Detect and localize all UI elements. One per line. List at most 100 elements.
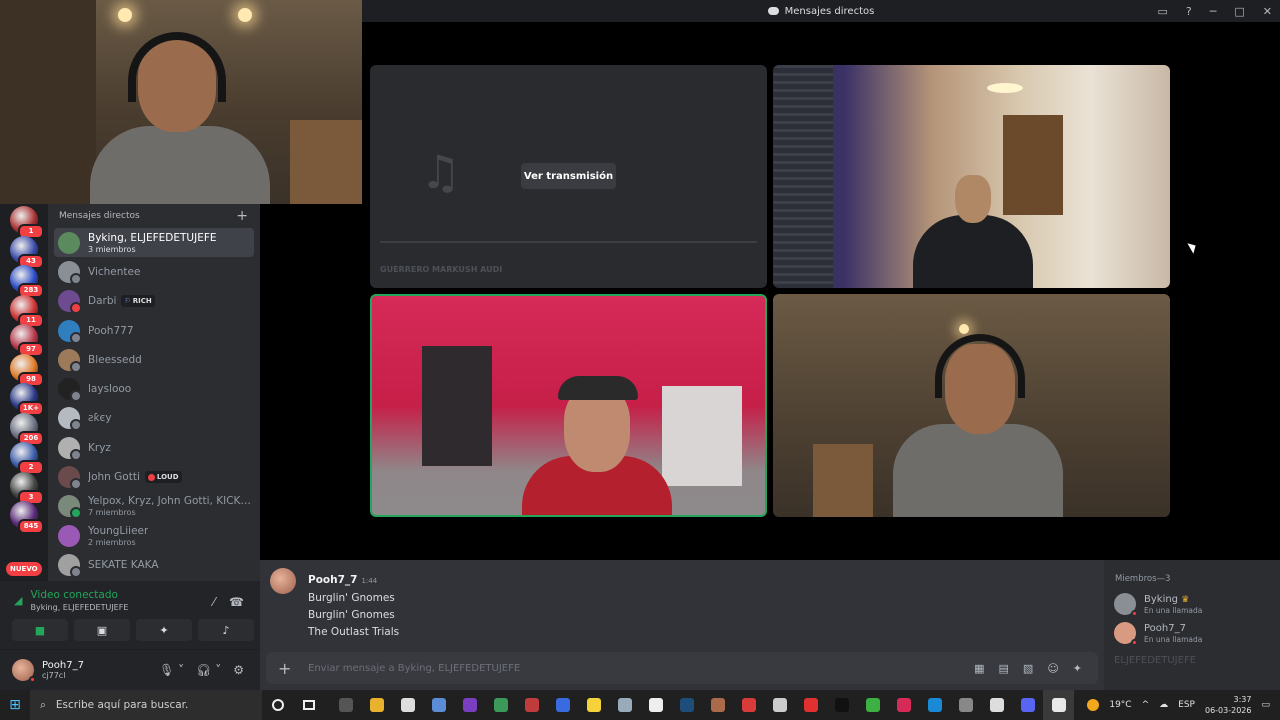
add-dm-icon[interactable]: + bbox=[236, 208, 248, 224]
taskbar-app-icon[interactable] bbox=[857, 690, 888, 720]
taskbar-app-icon[interactable] bbox=[826, 690, 857, 720]
server-icon[interactable]: 206 bbox=[10, 412, 44, 446]
member-item[interactable]: Pooh7_7 En una llamada bbox=[1114, 622, 1202, 646]
dm-item[interactable]: Kryz bbox=[54, 433, 254, 462]
dm-item[interactable]: YoungLiieer 2 miembros bbox=[54, 521, 254, 550]
server-icon[interactable]: 845 bbox=[10, 501, 44, 534]
dm-item[interactable]: Vichentee bbox=[54, 257, 254, 286]
settings-gear-icon[interactable]: ⚙ bbox=[233, 663, 244, 677]
clock[interactable]: 3:37 06-03-2026 bbox=[1205, 694, 1252, 716]
headphones-icon[interactable]: 🎧︎ ˅ bbox=[196, 663, 221, 677]
taskbar-app-icon[interactable] bbox=[516, 690, 547, 720]
taskbar-app-icon[interactable] bbox=[578, 690, 609, 720]
server-icon[interactable]: 3 bbox=[10, 471, 44, 505]
taskbar-search[interactable]: ⌕ Escribe aquí para buscar. bbox=[30, 690, 262, 720]
server-icon[interactable]: 283 bbox=[10, 265, 44, 298]
taskbar-app-icon[interactable] bbox=[702, 690, 733, 720]
user-avatar[interactable] bbox=[12, 659, 36, 683]
tray-chevron-icon[interactable]: ^ bbox=[1142, 700, 1150, 710]
taskbar-app-icon[interactable] bbox=[764, 690, 795, 720]
message-author[interactable]: Pooh7_7 bbox=[308, 574, 357, 586]
screen-share-button[interactable]: ▣ bbox=[74, 619, 130, 641]
taskbar-app-icon[interactable] bbox=[950, 690, 981, 720]
dm-item[interactable]: layslooo bbox=[54, 374, 254, 403]
dm-item[interactable]: Byking, ELJEFEDETUJEFE 3 miembros bbox=[54, 228, 254, 258]
dm-item[interactable]: ꙅƙєу bbox=[54, 404, 254, 433]
sticker-icon[interactable]: ▧ bbox=[1023, 662, 1033, 675]
dm-item[interactable]: Bleessedd bbox=[54, 345, 254, 374]
network-icon[interactable]: ☁ bbox=[1159, 700, 1168, 710]
video-tile-byking[interactable] bbox=[773, 65, 1170, 288]
taskbar-app-icon[interactable] bbox=[671, 690, 702, 720]
cortana-icon[interactable] bbox=[262, 690, 293, 720]
soundboard-button[interactable]: ♪ bbox=[198, 619, 254, 641]
app-glyph bbox=[834, 698, 849, 712]
weather-icon[interactable] bbox=[1087, 699, 1100, 711]
taskbar-app-icon[interactable] bbox=[392, 690, 423, 720]
message-input[interactable] bbox=[308, 662, 975, 674]
taskbar-app-icon[interactable] bbox=[733, 690, 764, 720]
taskbar-app-icon[interactable] bbox=[1043, 690, 1074, 720]
taskbar-app-icon[interactable] bbox=[795, 690, 826, 720]
inbox-icon[interactable]: ▭ bbox=[1158, 5, 1168, 18]
server-icon[interactable]: 97 bbox=[10, 324, 44, 357]
view-stream-button[interactable]: Ver transmisión bbox=[521, 163, 616, 189]
voice-status[interactable]: Video conectado bbox=[30, 589, 128, 601]
add-attachment-icon[interactable]: + bbox=[278, 659, 308, 678]
apps-icon[interactable]: ✦ bbox=[1073, 662, 1082, 675]
taskbar-app-icon[interactable] bbox=[330, 690, 361, 720]
dm-list-header: Mensajes directos + bbox=[48, 204, 260, 228]
gift-icon[interactable]: ▦ bbox=[974, 662, 984, 675]
language[interactable]: ESP bbox=[1178, 700, 1195, 710]
dnd-status-icon bbox=[1131, 610, 1138, 617]
taskbar-app-icon[interactable] bbox=[547, 690, 578, 720]
taskbar-app-icon[interactable] bbox=[609, 690, 640, 720]
weather-temp[interactable]: 19°C bbox=[1109, 700, 1131, 710]
server-icon[interactable]: 1K+ bbox=[10, 383, 44, 416]
member-item[interactable]: Byking ♛ En una llamada bbox=[1114, 593, 1202, 617]
dm-item[interactable]: John Gotti LOUD bbox=[54, 462, 254, 491]
member-list: Miembros—3 Byking ♛ En una llamada Pooh7… bbox=[1104, 560, 1280, 690]
message-avatar[interactable] bbox=[270, 568, 296, 594]
member-avatar bbox=[1114, 593, 1138, 617]
server-icon[interactable]: 11 bbox=[10, 294, 44, 328]
video-tile-pooh[interactable] bbox=[773, 294, 1170, 517]
windows-start-icon[interactable]: ⊞ bbox=[0, 690, 30, 720]
server-icon[interactable]: 98 bbox=[10, 353, 44, 387]
member-offline-name[interactable]: ELJEFEDETUJEFE bbox=[1114, 655, 1196, 666]
activities-button[interactable]: ✦ bbox=[136, 619, 192, 641]
microphone-icon[interactable]: 🎙︎ ˅ bbox=[159, 663, 184, 677]
stream-tile[interactable]: ♫ Ver transmisión GUERRERO MARKUSH AUDI bbox=[370, 65, 767, 288]
emoji-icon[interactable]: ☺ bbox=[1047, 662, 1058, 675]
taskbar-app-icon[interactable] bbox=[1012, 690, 1043, 720]
disconnect-icon[interactable]: ☎ bbox=[229, 595, 244, 609]
help-icon[interactable]: ? bbox=[1186, 5, 1192, 18]
notifications-icon[interactable]: ▭ bbox=[1261, 700, 1270, 710]
new-badge[interactable]: NUEVO bbox=[6, 562, 42, 576]
camera-button[interactable]: ■ bbox=[12, 619, 68, 641]
taskbar-app-icon[interactable] bbox=[888, 690, 919, 720]
dm-item[interactable]: Yelpox, Kryz, John Gotti, KICK BE... 7 mi… bbox=[54, 492, 254, 521]
minimize-button[interactable]: ─ bbox=[1210, 5, 1217, 18]
maximize-button[interactable]: □ bbox=[1234, 5, 1244, 18]
task-view-icon[interactable] bbox=[293, 690, 324, 720]
close-button[interactable]: ✕ bbox=[1263, 5, 1272, 18]
server-icon[interactable]: 43 bbox=[10, 235, 44, 269]
video-tile-eljefedetujefe[interactable] bbox=[370, 294, 767, 517]
server-icon[interactable]: 1 bbox=[10, 206, 44, 239]
taskbar-app-icon[interactable] bbox=[454, 690, 485, 720]
server-icon[interactable]: 2 bbox=[10, 442, 44, 475]
noise-suppression-icon[interactable]: ⁄ bbox=[213, 595, 215, 609]
taskbar-app-icon[interactable] bbox=[981, 690, 1012, 720]
voice-channel[interactable]: Byking, ELJEFEDETUJEFE bbox=[30, 603, 128, 612]
dm-item[interactable]: Pooh777 bbox=[54, 316, 254, 345]
taskbar-app-icon[interactable] bbox=[361, 690, 392, 720]
taskbar-app-icon[interactable] bbox=[919, 690, 950, 720]
gif-icon[interactable]: ▤ bbox=[999, 662, 1009, 675]
taskbar-app-icon[interactable] bbox=[423, 690, 454, 720]
taskbar-app-icon[interactable] bbox=[485, 690, 516, 720]
dm-item[interactable]: Darbi ⚐ RICH bbox=[54, 287, 254, 316]
offline-status-icon bbox=[70, 478, 82, 491]
taskbar-app-icon[interactable] bbox=[640, 690, 671, 720]
dm-item[interactable]: SEKATE KAKA bbox=[54, 550, 254, 579]
